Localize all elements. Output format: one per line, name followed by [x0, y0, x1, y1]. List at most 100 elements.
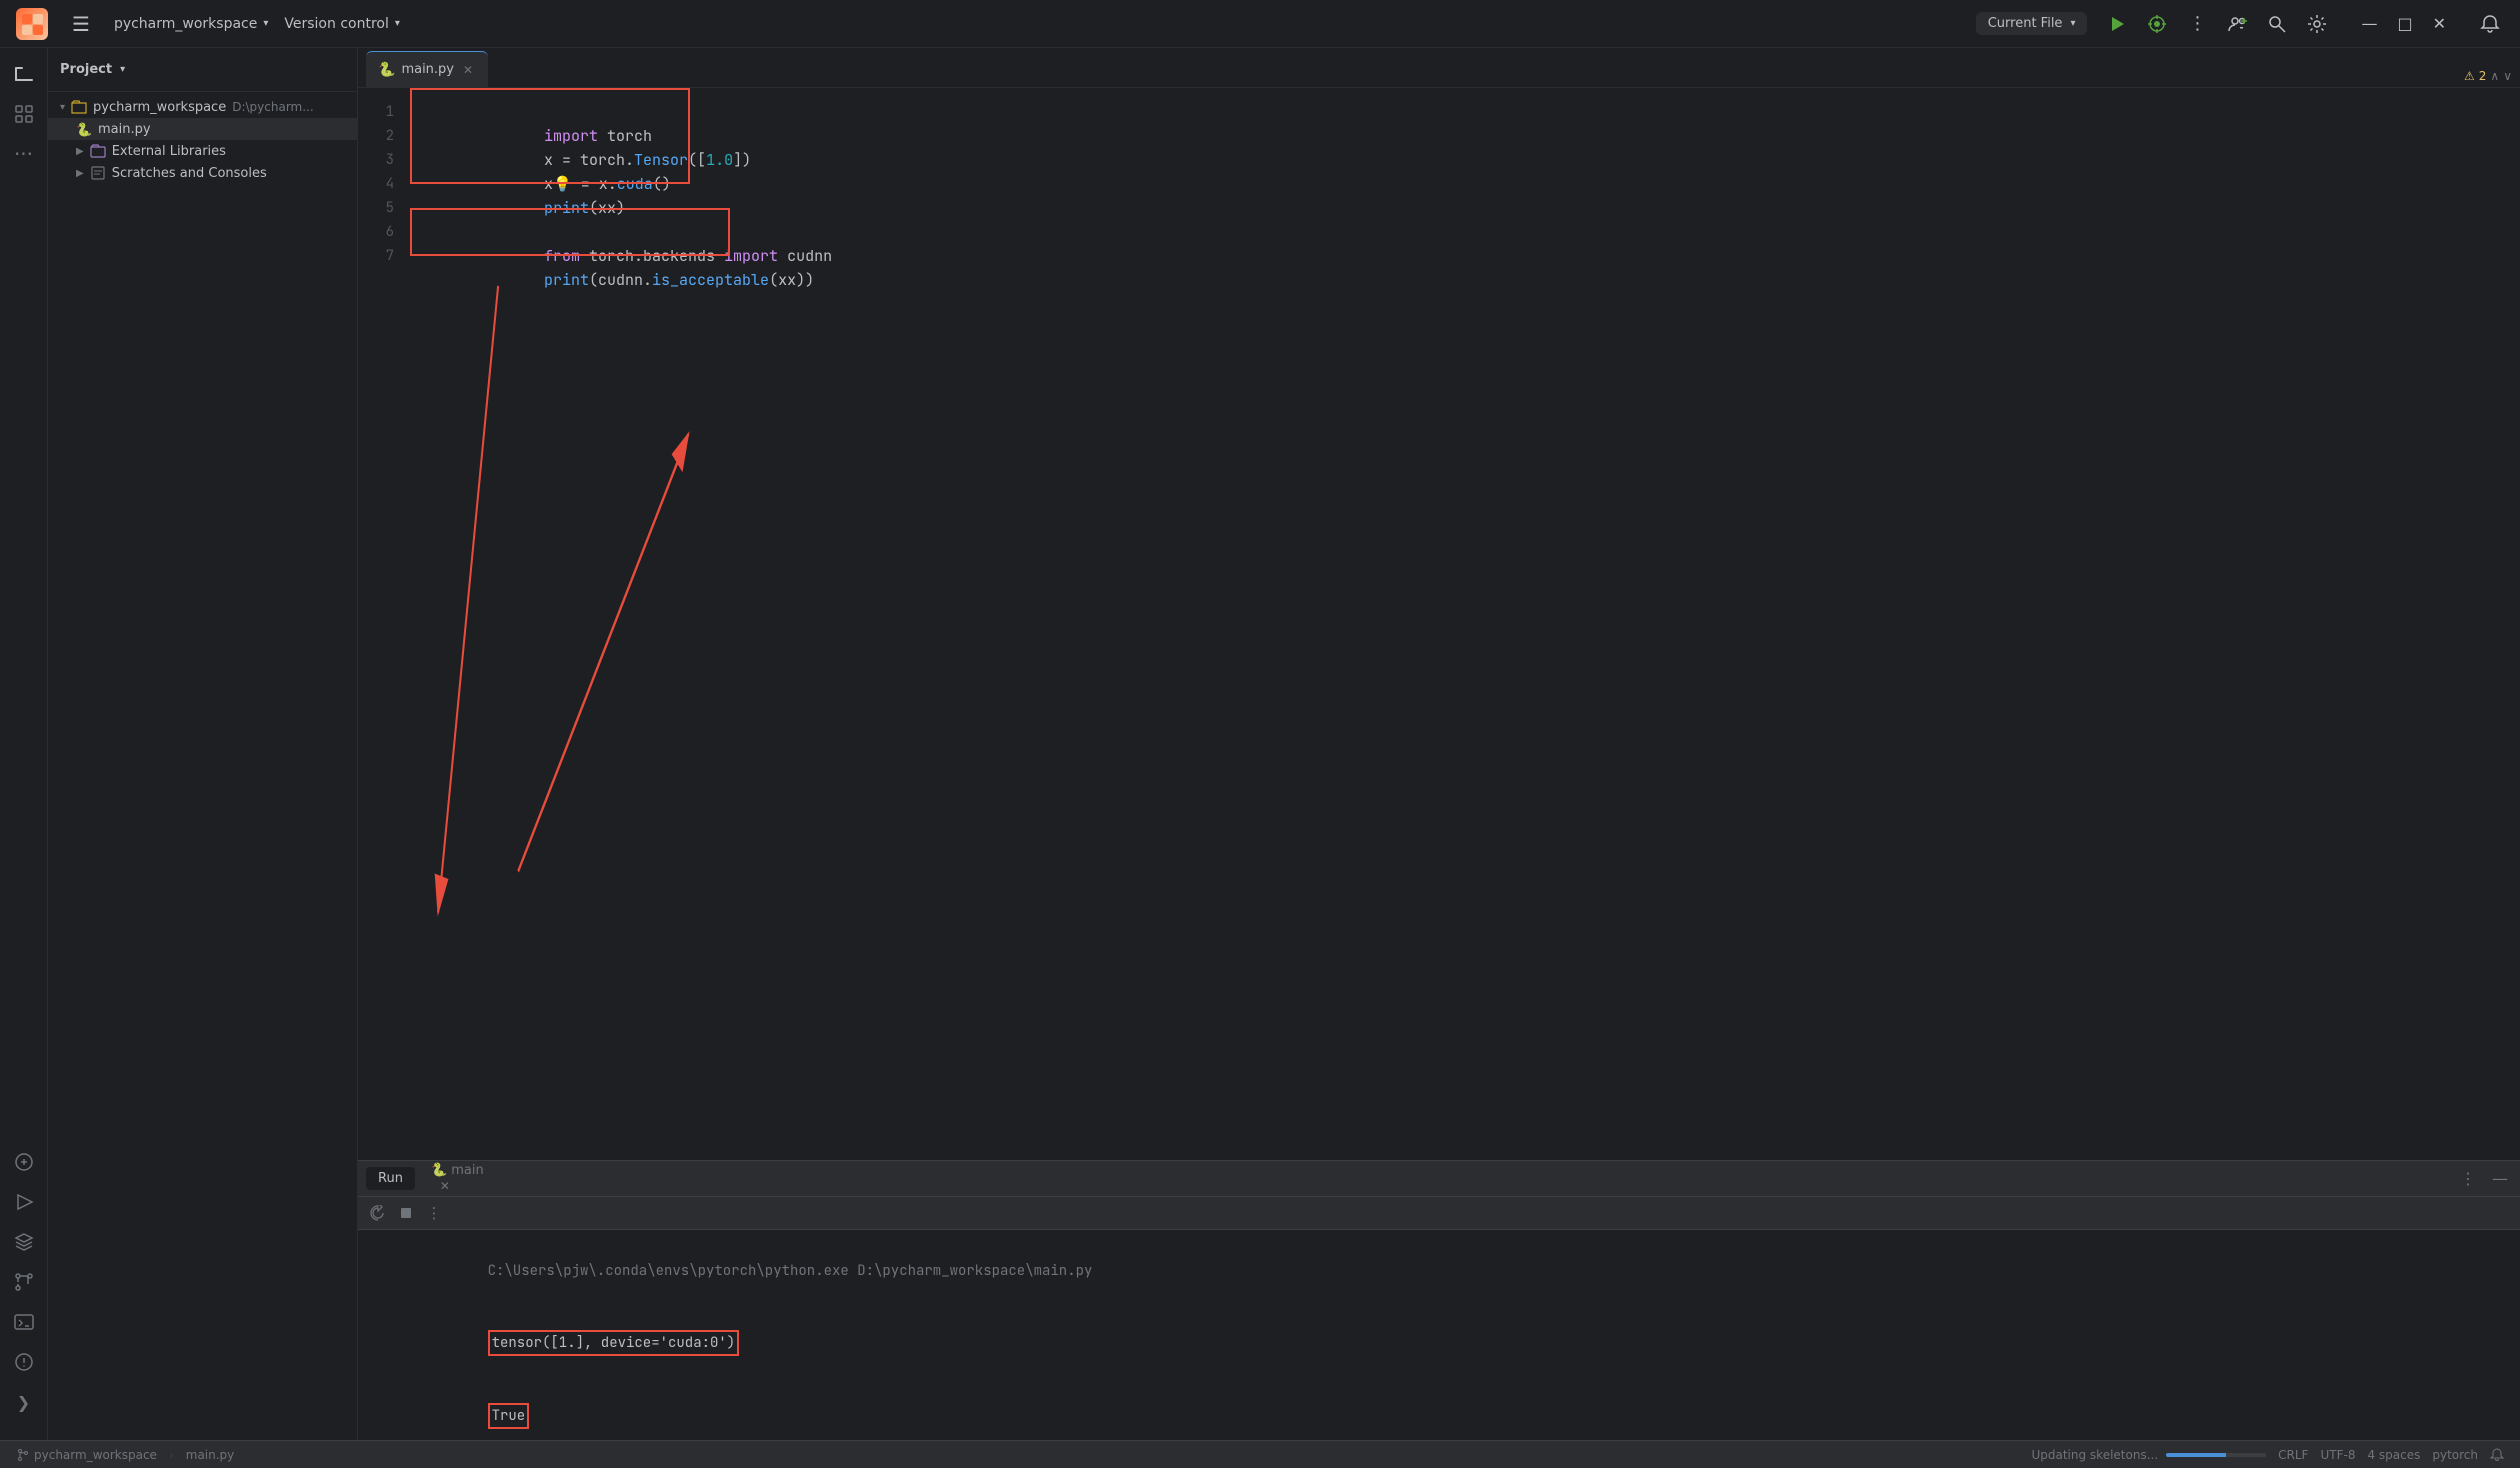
folder-icon — [71, 99, 87, 115]
indent-label: 4 spaces — [2367, 1448, 2420, 1462]
tree-item-root-path: D:\pycharm... — [232, 100, 313, 114]
run-tab-close[interactable]: ✕ — [437, 1178, 453, 1194]
left-sidebar-icons: ··· ❯ — [0, 48, 48, 1440]
panel-close-button[interactable]: — — [2488, 1167, 2512, 1191]
warning-count: 2 — [2479, 69, 2487, 83]
minimize-button[interactable]: — — [2355, 14, 2383, 33]
progress-fill — [2166, 1453, 2226, 1457]
code-line-6: from torch.backends import cudnn — [418, 220, 2512, 244]
interpreter-label: pytorch — [2432, 1448, 2478, 1462]
status-encoding[interactable]: UTF-8 — [2320, 1448, 2355, 1462]
sidebar-item-more[interactable]: ··· — [6, 136, 42, 172]
console-line-cmd: C:\Users\pjw\.conda\envs\pytorch\python.… — [370, 1238, 2508, 1305]
panel-more-button[interactable]: ⋮ — [2456, 1167, 2480, 1191]
code-line-1: import torch — [418, 100, 2512, 124]
python-file-icon: 🐍 — [76, 121, 92, 137]
line-numbers: 1 2 3 4 5 6 7 — [358, 88, 410, 1160]
code-line-3: x💡 = x.cuda() — [418, 148, 2512, 172]
scratches-icon — [90, 165, 106, 181]
bottom-tab-main[interactable]: 🐍 main ✕ — [419, 1159, 496, 1198]
editor-area: 🐍 main.py ✕ ⚠ 2 ∧ ∨ 1 2 3 — [358, 48, 2520, 1440]
code-line-2: x = torch.Tensor([1.0]) — [418, 124, 2512, 148]
warning-nav-down[interactable]: ∨ — [2503, 69, 2512, 83]
maximize-button[interactable]: □ — [2391, 14, 2418, 33]
tab-close-button[interactable]: ✕ — [460, 62, 476, 78]
line-sep-label: CRLF — [2278, 1448, 2308, 1462]
status-branch[interactable]: pycharm_workspace — [16, 1448, 157, 1462]
console-line-true: True — [370, 1380, 2508, 1440]
rerun-button[interactable] — [366, 1201, 390, 1225]
tab-python-icon: 🐍 — [378, 62, 395, 78]
code-lines[interactable]: import torch x = torch.Tensor([1.0]) x💡 … — [410, 88, 2520, 1160]
bottom-panel-tabs: Run 🐍 main ✕ ⋮ — — [358, 1161, 2520, 1197]
sidebar-item-git[interactable] — [6, 1264, 42, 1300]
run-config-label: Current File — [1988, 16, 2063, 31]
stop-button[interactable] — [394, 1201, 418, 1225]
project-panel: Project ▾ ▾ pycharm_workspace D:\pycharm… — [48, 48, 358, 1440]
sidebar-item-structure[interactable] — [6, 96, 42, 132]
app-logo — [16, 8, 48, 40]
tree-arrow-root: ▾ — [60, 102, 65, 113]
code-editor[interactable]: 1 2 3 4 5 6 7 import torch — [358, 88, 2520, 1160]
project-header-dropdown-icon: ▾ — [120, 64, 125, 75]
tree-item-ext-libs-label: External Libraries — [112, 144, 226, 159]
sidebar-item-layers[interactable] — [6, 1224, 42, 1260]
titlebar: ☰ pycharm_workspace ▾ Version control ▾ … — [0, 0, 2520, 48]
vcs-dropdown-icon: ▾ — [395, 18, 400, 29]
editor-tab-bar: 🐍 main.py ✕ ⚠ 2 ∧ ∨ — [358, 48, 2520, 88]
status-progress: Updating skeletons... — [2031, 1448, 2266, 1462]
status-interpreter[interactable]: pytorch — [2432, 1448, 2478, 1462]
tree-item-root[interactable]: ▾ pycharm_workspace D:\pycharm... — [48, 96, 357, 118]
branch-icon — [16, 1448, 30, 1462]
warning-nav-up[interactable]: ∧ — [2490, 69, 2499, 83]
sidebar-item-python-packages[interactable] — [6, 1144, 42, 1180]
console-line-tensor: tensor([1.], device='cuda:0') — [370, 1307, 2508, 1378]
progress-bar — [2166, 1453, 2266, 1457]
encoding-label: UTF-8 — [2320, 1448, 2355, 1462]
vcs-selector[interactable]: Version control ▾ — [284, 16, 400, 32]
notification-button[interactable] — [2476, 10, 2504, 38]
run-config-selector[interactable]: Current File ▾ — [1976, 12, 2088, 35]
console-output: C:\Users\pjw\.conda\envs\pytorch\python.… — [358, 1230, 2520, 1440]
run-console: ⋮ C:\Users\pjw\.conda\envs\pytorch\pytho… — [358, 1197, 2520, 1440]
sidebar-item-project[interactable] — [6, 56, 42, 92]
tree-item-external-libs[interactable]: ▶ External Libraries — [48, 140, 357, 162]
sidebar-item-problems[interactable] — [6, 1344, 42, 1380]
search-button[interactable] — [2263, 10, 2291, 38]
run-toolbar-more[interactable]: ⋮ — [422, 1201, 446, 1225]
code-line-5 — [418, 196, 2512, 220]
status-file: main.py — [186, 1448, 235, 1462]
settings-button[interactable] — [2303, 10, 2331, 38]
tree-arrow-scratches: ▶ — [76, 168, 84, 179]
main-menu-button[interactable]: ☰ — [64, 8, 98, 40]
console-text-cmd: C:\Users\pjw\.conda\envs\pytorch\python.… — [488, 1262, 1093, 1280]
sidebar-item-expand[interactable]: ❯ — [6, 1384, 42, 1420]
window-controls: — □ ✕ — [2355, 14, 2452, 33]
debug-button[interactable] — [2143, 10, 2171, 38]
sidebar-item-run[interactable] — [6, 1184, 42, 1220]
project-name: pycharm_workspace — [114, 16, 257, 32]
project-selector[interactable]: pycharm_workspace ▾ — [114, 16, 268, 32]
tab-main-py-label: main.py — [401, 62, 454, 77]
project-header-label: Project — [60, 62, 112, 77]
status-bar: pycharm_workspace › main.py Updating ske… — [0, 1440, 2520, 1468]
library-folder-icon — [90, 143, 106, 159]
bottom-tab-run[interactable]: Run — [366, 1167, 415, 1190]
tree-item-main-py[interactable]: 🐍 main.py — [48, 118, 357, 140]
tree-item-scratches[interactable]: ▶ Scratches and Consoles — [48, 162, 357, 184]
more-actions-button[interactable]: ⋮ — [2183, 10, 2211, 38]
warning-icon: ⚠ — [2464, 69, 2475, 83]
collab-button[interactable] — [2223, 10, 2251, 38]
true-output: True — [488, 1403, 530, 1429]
run-button[interactable] — [2103, 10, 2131, 38]
tree-arrow-ext-libs: ▶ — [76, 146, 84, 157]
close-button[interactable]: ✕ — [2427, 14, 2452, 33]
status-notification[interactable] — [2490, 1448, 2504, 1462]
run-tab-label: Run — [378, 1171, 403, 1186]
status-line-sep[interactable]: CRLF — [2278, 1448, 2308, 1462]
project-header[interactable]: Project ▾ — [48, 48, 357, 92]
sidebar-item-terminal[interactable] — [6, 1304, 42, 1340]
bottom-panel-actions: ⋮ — — [2456, 1167, 2512, 1191]
editor-tab-main-py[interactable]: 🐍 main.py ✕ — [366, 51, 488, 87]
status-indent[interactable]: 4 spaces — [2367, 1448, 2420, 1462]
